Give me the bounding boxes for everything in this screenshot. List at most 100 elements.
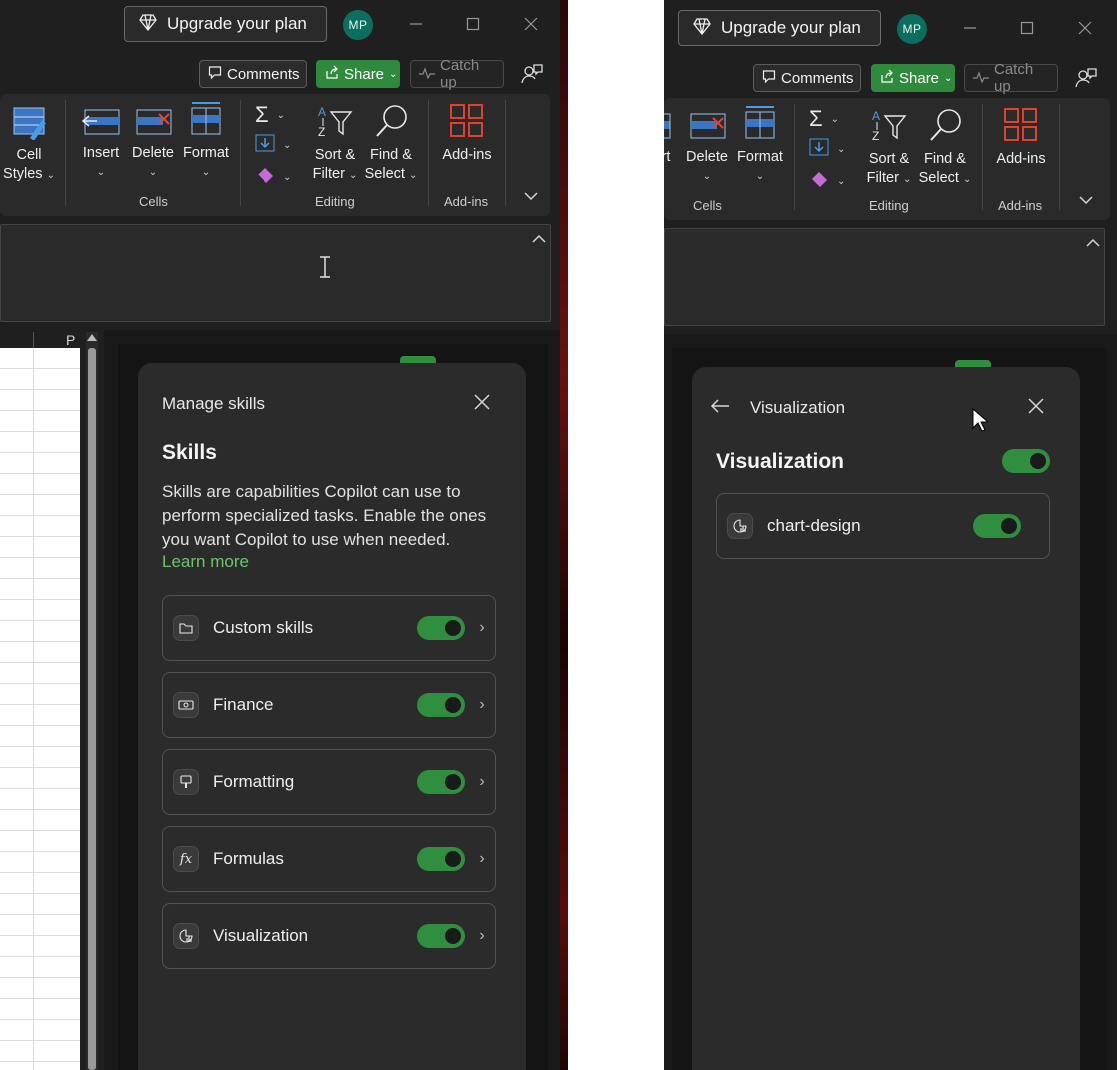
- ribbon-expand-icon[interactable]: [1079, 192, 1093, 210]
- skill-card-formulas[interactable]: fx Formulas ›: [162, 826, 496, 892]
- skill-card-formatting[interactable]: Formatting ›: [162, 749, 496, 815]
- chevron-down-icon: ⌄: [830, 113, 839, 125]
- skill-card-chart-design[interactable]: chart-design: [716, 493, 1050, 559]
- close-window-icon[interactable]: [1074, 17, 1096, 39]
- copilot-chat-icon[interactable]: [521, 63, 543, 90]
- fill-button[interactable]: ⌄: [255, 134, 291, 157]
- divider: [1059, 104, 1060, 210]
- maximize-icon[interactable]: [1016, 17, 1038, 39]
- clear-button[interactable]: ⌄: [255, 166, 291, 189]
- chevron-right-icon[interactable]: ›: [469, 927, 495, 945]
- chevron-right-icon[interactable]: ›: [469, 773, 495, 791]
- autosum-button[interactable]: Σ ⌄: [809, 106, 839, 132]
- close-icon[interactable]: [474, 394, 490, 415]
- chevron-down-icon: ⌄: [283, 140, 292, 151]
- skill-card-finance[interactable]: Finance ›: [162, 672, 496, 738]
- chevron-down-icon: ⌄: [348, 170, 358, 181]
- insert-button[interactable]: Insert ⌄: [78, 104, 124, 182]
- insert-button[interactable]: rt: [664, 108, 678, 167]
- sigma-icon: Σ: [255, 102, 269, 127]
- autosum-button[interactable]: Σ ⌄: [255, 102, 285, 128]
- back-arrow-icon[interactable]: [710, 398, 730, 419]
- folder-icon: [173, 615, 199, 641]
- column-header: P: [0, 332, 80, 348]
- avatar[interactable]: MP: [343, 10, 373, 40]
- skill-toggle[interactable]: [417, 924, 465, 948]
- skill-toggle[interactable]: [417, 616, 465, 640]
- right-window: Upgrade your plan MP Comments Share ⌄ Ca…: [664, 0, 1117, 1070]
- sort-filter-button[interactable]: AZ Sort & Filter ⌄: [864, 106, 914, 189]
- cell-styles-button[interactable]: Cell Styles ⌄: [2, 104, 56, 185]
- format-label: Format: [183, 145, 229, 161]
- find-select-label-1: Find &: [370, 147, 412, 163]
- collapse-formula-bar-icon[interactable]: [532, 231, 546, 249]
- ribbon: Cell Styles ⌄ Insert ⌄ Delete ⌄ Format ⌄…: [0, 94, 550, 216]
- sort-filter-label-2: Filter: [866, 170, 899, 186]
- chevron-right-icon[interactable]: ›: [469, 619, 495, 637]
- skill-card-custom-skills[interactable]: Custom skills ›: [162, 595, 496, 661]
- catch-up-label: Catch up: [440, 57, 480, 91]
- worksheet-cells[interactable]: [0, 348, 80, 1070]
- chevron-right-icon[interactable]: ›: [469, 850, 495, 868]
- close-icon[interactable]: [1028, 398, 1044, 419]
- svg-text:A: A: [318, 105, 326, 119]
- maximize-icon[interactable]: [462, 13, 484, 35]
- insert-cells-icon: [664, 108, 676, 148]
- formula-bar[interactable]: [0, 224, 551, 322]
- scrollbar-thumb[interactable]: [88, 348, 96, 1070]
- skill-name: Custom skills: [213, 618, 314, 637]
- skill-card-visualization[interactable]: Visualization ›: [162, 903, 496, 969]
- collapse-formula-bar-icon[interactable]: [1086, 235, 1100, 253]
- delete-cells-icon: [133, 104, 173, 144]
- fill-button[interactable]: ⌄: [809, 138, 845, 161]
- group-label-editing: Editing: [869, 198, 909, 213]
- learn-more-link[interactable]: Learn more: [162, 552, 249, 572]
- clear-button[interactable]: ⌄: [809, 170, 845, 193]
- sort-filter-label-1: Sort &: [314, 147, 356, 163]
- add-ins-button[interactable]: Add-ins: [992, 106, 1050, 169]
- delete-button[interactable]: Delete ⌄: [130, 104, 176, 182]
- close-window-icon[interactable]: [520, 13, 542, 35]
- search-icon: [371, 102, 411, 146]
- skill-toggle[interactable]: [417, 770, 465, 794]
- format-button[interactable]: Format ⌄: [735, 104, 785, 186]
- chevron-down-icon: ⌄: [837, 144, 846, 155]
- insert-label: rt: [664, 149, 671, 165]
- add-ins-button[interactable]: Add-ins: [438, 102, 496, 165]
- catch-up-button[interactable]: Catch up: [410, 57, 504, 91]
- scroll-up-icon[interactable]: [87, 334, 97, 341]
- chevron-down-icon: ⌄: [201, 167, 211, 178]
- find-select-button[interactable]: Find & Select ⌄: [918, 106, 972, 189]
- chevron-right-icon[interactable]: ›: [469, 696, 495, 714]
- skill-toggle[interactable]: [417, 693, 465, 717]
- skill-toggle[interactable]: [973, 514, 1021, 538]
- format-button[interactable]: Format ⌄: [181, 100, 231, 182]
- minimize-icon[interactable]: [405, 13, 427, 35]
- vertical-scrollbar[interactable]: [86, 332, 98, 1070]
- copilot-chat-icon[interactable]: [1075, 67, 1097, 94]
- upgrade-plan-button[interactable]: Upgrade your plan: [124, 6, 327, 42]
- diamond-icon: [139, 13, 157, 36]
- divider: [794, 104, 795, 210]
- ribbon-expand-icon[interactable]: [524, 188, 538, 204]
- sort-filter-button[interactable]: AZ Sort & Filter ⌄: [310, 102, 360, 185]
- group-label-cells: Cells: [139, 194, 168, 209]
- formula-bar[interactable]: [664, 228, 1105, 326]
- visualization-master-toggle[interactable]: [1002, 449, 1050, 473]
- minimize-icon[interactable]: [959, 17, 981, 39]
- cell-styles-label-2: Styles: [3, 166, 43, 182]
- comments-button[interactable]: Comments: [199, 60, 307, 88]
- left-window: Upgrade your plan MP Comments Share ⌄ Ca…: [0, 0, 560, 1070]
- share-button[interactable]: Share ⌄: [316, 60, 400, 88]
- comments-button[interactable]: Comments: [753, 64, 861, 92]
- column-p-header[interactable]: P: [66, 332, 75, 348]
- group-label-add-ins: Add-ins: [998, 198, 1043, 213]
- chevron-down-icon: ⌄: [46, 170, 55, 181]
- delete-button[interactable]: Delete ⌄: [684, 108, 730, 186]
- skill-toggle[interactable]: [417, 847, 465, 871]
- avatar[interactable]: MP: [897, 14, 927, 44]
- share-button[interactable]: Share ⌄: [871, 64, 955, 92]
- find-select-button[interactable]: Find & Select ⌄: [364, 102, 418, 185]
- catch-up-button[interactable]: Catch up: [964, 61, 1058, 95]
- upgrade-plan-button[interactable]: Upgrade your plan: [678, 10, 881, 46]
